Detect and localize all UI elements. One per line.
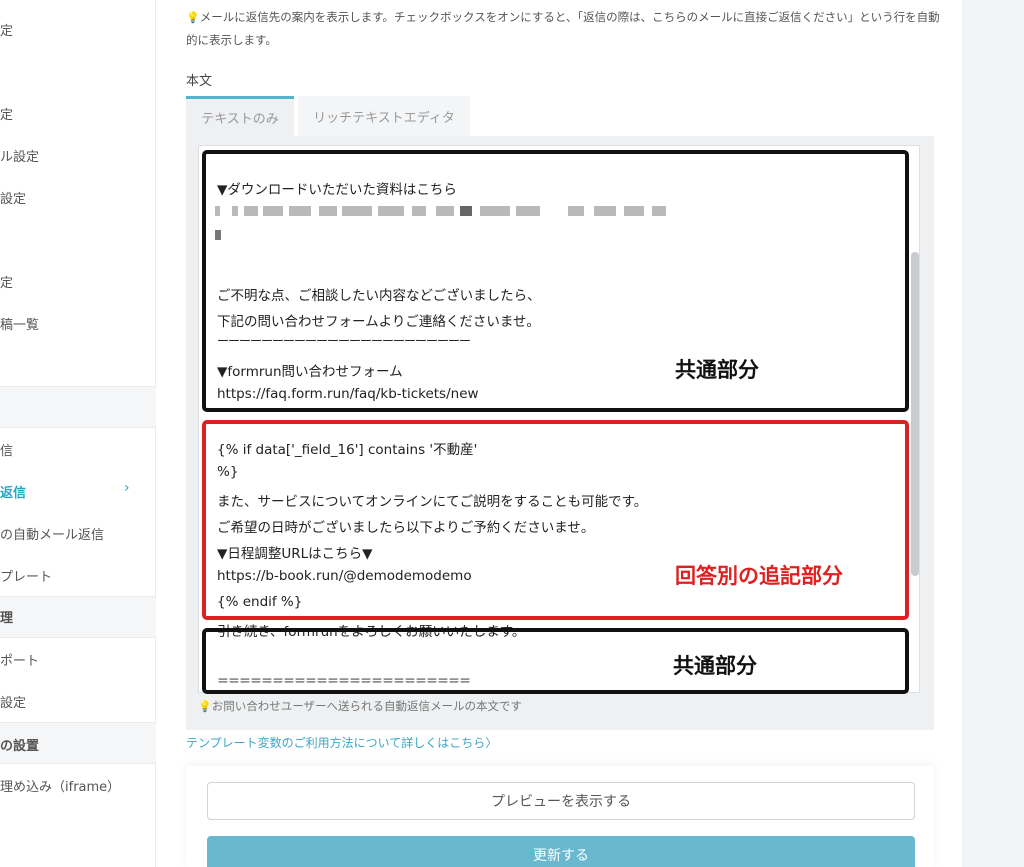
right-gutter (962, 0, 1024, 867)
common-section-box-bottom (202, 628, 909, 694)
per-answer-section-box (202, 420, 909, 620)
sidebar-item-post-list[interactable]: 稿一覧 (0, 314, 156, 333)
lightbulb-icon: 💡 (198, 700, 212, 713)
sidebar-section-install: の設置 (0, 722, 156, 764)
sidebar-item-template[interactable]: プレート (0, 566, 156, 585)
sidebar-item-export[interactable]: ポート (0, 650, 156, 669)
sidebar-item-settings-3[interactable]: 設定 (0, 188, 156, 207)
reply-hint-text: 💡メールに返信先の案内を表示します。チェックボックスをオンにすると、「返信の際は… (186, 10, 940, 47)
sidebar-item-iframe-embed[interactable]: 理め込み（iframe） (0, 776, 156, 795)
chevron-right-icon: › (124, 480, 130, 496)
sidebar-item-settings-5[interactable]: 設定 (0, 692, 156, 711)
sidebar-item-mail-settings[interactable]: ル設定 (0, 146, 156, 165)
per-answer-section-label: 回答別の追記部分 (675, 564, 843, 588)
sidebar-section-management: 理 (0, 596, 156, 638)
sidebar: 定 定 ル設定 設定 定 稿一覧 信 返信 › の自動メール返信 プレート 理 … (0, 0, 156, 867)
tab-text-only[interactable]: テキストのみ (186, 96, 294, 136)
update-button[interactable]: 更新する (207, 836, 915, 867)
sidebar-section-divider (0, 386, 156, 428)
textarea-scrollbar[interactable] (911, 252, 919, 576)
template-variables-link[interactable]: テンプレート変数のご利用方法について詳しくはこちら〉 (186, 734, 497, 751)
common-section-box-top (202, 150, 909, 412)
body-label: 本文 (186, 74, 213, 89)
sidebar-item-settings-2[interactable]: 定 (0, 104, 156, 123)
sidebar-item-reply[interactable]: 信 (0, 440, 156, 459)
sidebar-item-settings-4[interactable]: 定 (0, 272, 156, 291)
sidebar-item-auto-mail-reply[interactable]: の自動メール返信 (0, 524, 156, 543)
sidebar-item-auto-reply[interactable]: 返信 (0, 482, 156, 501)
preview-button[interactable]: プレビューを表示する (207, 782, 915, 820)
body-hint-text: 💡お問い合わせユーザーへ送られる自動返信メールの本文です (198, 699, 522, 713)
lightbulb-icon: 💡 (186, 11, 200, 24)
sidebar-item-settings-1[interactable]: 定 (0, 20, 156, 39)
common-section-label-top: 共通部分 (675, 358, 759, 382)
tab-rich-text-editor[interactable]: リッチテキストエディタ (298, 96, 470, 136)
common-section-label-bottom: 共通部分 (673, 654, 757, 678)
